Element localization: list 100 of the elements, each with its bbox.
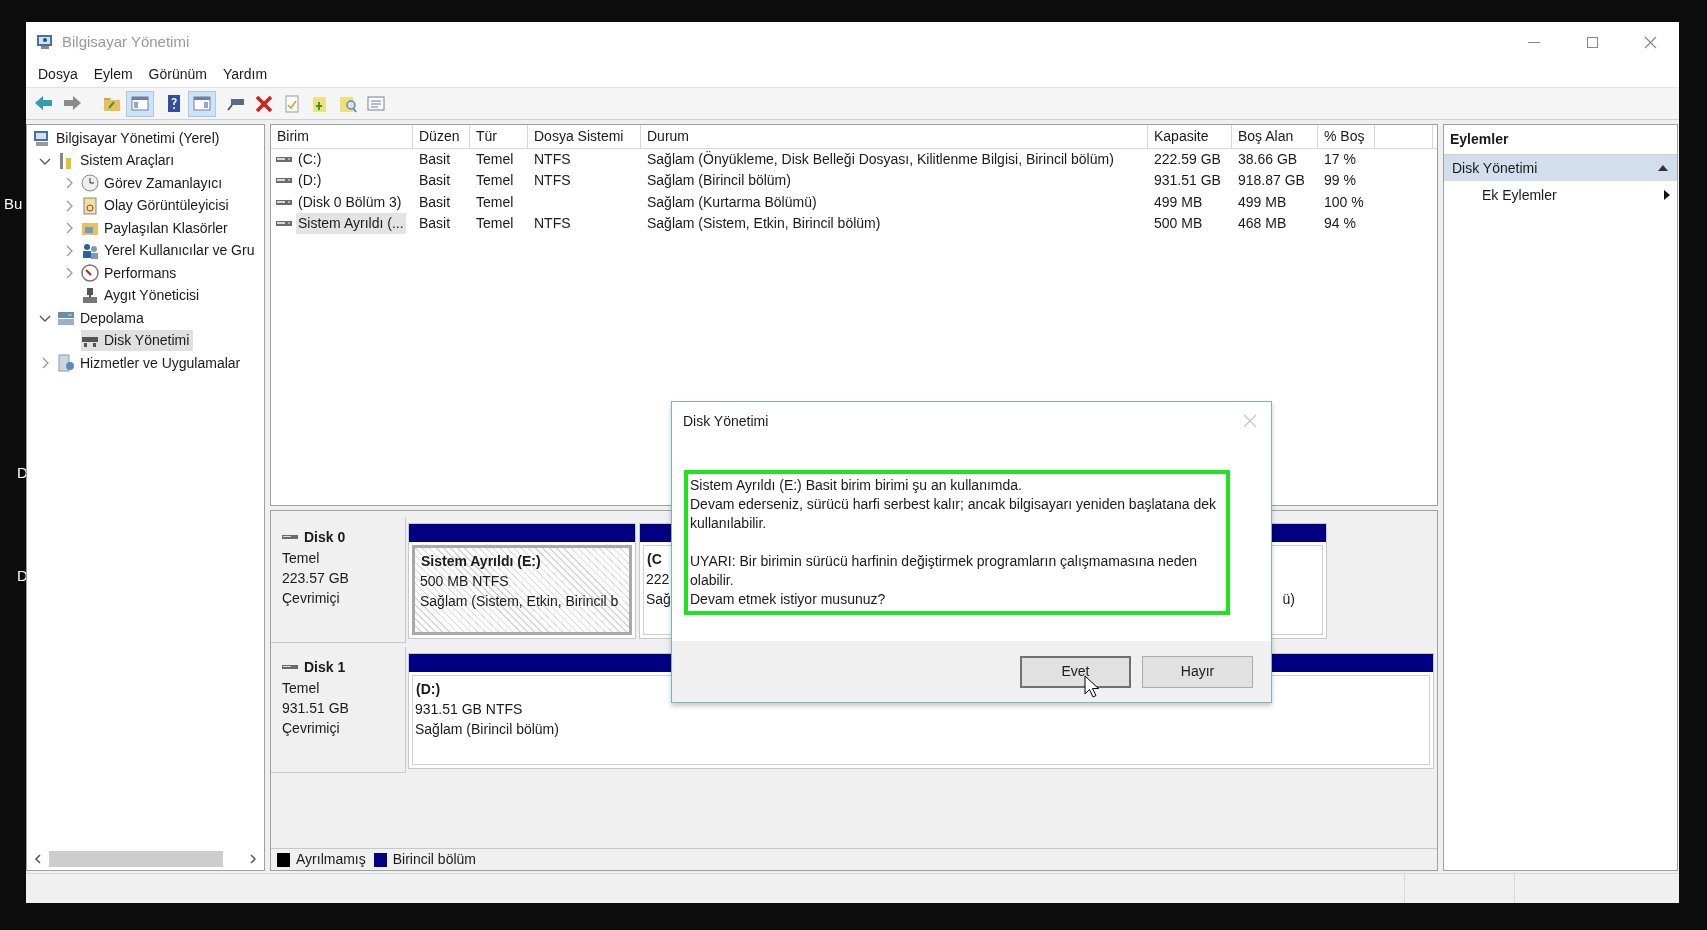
table-cell-text: Basit xyxy=(419,171,451,191)
partition-title: (D:) xyxy=(415,680,442,699)
column-header[interactable]: Düzen xyxy=(413,125,470,148)
dialog-button[interactable]: Hayır xyxy=(1142,655,1253,688)
disk-size: 223.57 GB xyxy=(282,569,350,588)
partition-size: 222 xyxy=(646,570,671,589)
table-cell-text: 99 % xyxy=(1324,171,1356,191)
drive-icon xyxy=(276,155,292,165)
tree-item[interactable]: Disk Yönetimi xyxy=(81,330,194,352)
message-text: UYARI: Bir birimin sürücü harfinin değiştirmek programların çalışmamasına neden olabilir. xyxy=(690,552,1199,590)
partition-title: Sistem Ayrıldı (E:) xyxy=(420,552,542,571)
disk-type: Temel xyxy=(282,679,321,698)
table-cell-text: 100 % xyxy=(1324,192,1364,212)
legend-label: Birincil bölüm xyxy=(392,850,476,869)
tree-item[interactable]: Depolama xyxy=(57,307,148,329)
disk-type: Temel xyxy=(282,549,321,568)
partition[interactable]: Sistem Ayrıldı (E:) 500 MB NTFS Sağlam (Sistem, Etkin, Birincil b xyxy=(408,523,636,639)
maximize-icon xyxy=(1584,34,1600,50)
column-header[interactable]: Durum xyxy=(641,125,1148,148)
disk-status: Çevrimiçi xyxy=(282,589,341,608)
action-section[interactable]: Disk Yönetimi xyxy=(1444,155,1677,181)
clock-icon xyxy=(81,174,99,193)
table-cell-text: Basit xyxy=(419,150,451,170)
device-icon xyxy=(81,286,99,305)
action-item[interactable]: Ek Eylemler xyxy=(1444,181,1677,209)
tree-item[interactable]: Yerel Kullanıcılar ve Gru xyxy=(81,240,259,262)
computer-icon xyxy=(33,129,51,148)
column-header[interactable]: Tür xyxy=(470,125,528,148)
close-icon xyxy=(1642,34,1658,50)
legend-label: Ayrılmamış xyxy=(296,850,366,869)
column-header[interactable]: Birim xyxy=(271,125,413,148)
window-title: Bilgisayar Yönetimi xyxy=(62,31,190,52)
table-cell-text: 499 MB xyxy=(1238,192,1287,212)
disk-name: Disk 0 xyxy=(304,528,346,547)
table-cell-text: Sağlam (Önyükleme, Disk Belleği Dosyası, Kilitlenme Bilgisi, Birincil bölüm) xyxy=(647,150,1114,170)
action-label: Ek Eylemler xyxy=(1482,185,1557,205)
tree-item[interactable]: Bilgisayar Yönetimi (Yerel) xyxy=(33,127,224,149)
tree-item[interactable]: Aygıt Yöneticisi xyxy=(81,285,204,307)
message-text: Devam etmek istiyor musunuz? xyxy=(690,590,887,609)
table-cell-text: Temel xyxy=(476,192,514,212)
partition-title: (C xyxy=(646,550,663,569)
column-header[interactable]: % Boş xyxy=(1318,125,1375,148)
partition-status: Sağlam (Birincil bölüm) xyxy=(415,720,559,739)
tree-item[interactable]: Görev Zamanlayıcı xyxy=(81,172,227,194)
desktop-icon-label[interactable]: Bu xyxy=(4,193,23,216)
partition-status: Sağ xyxy=(646,590,671,609)
drive-icon xyxy=(276,176,292,186)
table-cell-text: Temel xyxy=(476,214,514,234)
properties-icon xyxy=(282,93,302,114)
minimize-icon xyxy=(1528,41,1540,43)
drive-icon xyxy=(276,219,292,229)
table-cell-text: NTFS xyxy=(534,171,571,191)
collapse-icon[interactable] xyxy=(1657,163,1669,173)
table-cell-text: Basit xyxy=(419,214,451,234)
panel-icon xyxy=(130,93,150,114)
disk-name: Disk 1 xyxy=(304,658,346,677)
menu-item[interactable]: Yardım xyxy=(214,64,276,85)
dialog-button[interactable]: Evet xyxy=(1020,655,1131,688)
message-text: Devam ederseniz, sürücü harfi serbest kalır; ancak bilgisayarı yeniden başlatana dek kullanılabilir. xyxy=(690,495,1218,533)
table-cell-text: Basit xyxy=(419,192,451,212)
toolbar-button[interactable] xyxy=(188,90,216,117)
delete-icon xyxy=(254,93,274,114)
table-cell-text: 918.87 GB xyxy=(1238,171,1305,191)
table-cell-text: Sağlam (Birincil bölüm) xyxy=(647,171,791,191)
table-cell[interactable]: (D:) xyxy=(296,170,324,192)
tree-item[interactable]: Performans xyxy=(81,262,181,284)
table-cell-text: 499 MB xyxy=(1154,192,1203,212)
table-cell[interactable]: Sistem Ayrıldı (... xyxy=(296,213,406,235)
table-cell-text: 500 MB xyxy=(1154,214,1203,234)
table-cell-text: 38.66 GB xyxy=(1238,150,1298,170)
table-cell[interactable]: (C:) xyxy=(296,149,324,171)
tree-item[interactable]: Sistem Araçları xyxy=(57,150,179,172)
users-icon xyxy=(81,241,99,260)
tree-item[interactable]: Olay Görüntüleyicisi xyxy=(81,195,233,217)
table-cell-text: 931.51 GB xyxy=(1154,171,1221,191)
column-header[interactable]: Boş Alan xyxy=(1232,125,1318,148)
table-cell-text: Temel xyxy=(476,171,514,191)
menu-item[interactable]: Dosya xyxy=(30,64,86,85)
partition-status: ü) xyxy=(1282,590,1295,609)
table-cell-text: NTFS xyxy=(534,150,571,170)
list-icon xyxy=(366,93,386,114)
table-cell-text: NTFS xyxy=(534,214,571,234)
column-header[interactable]: Dosya Sistemi xyxy=(528,125,641,148)
panel-icon xyxy=(192,93,212,114)
table-cell[interactable]: (Disk 0 Bölüm 3) xyxy=(296,191,404,213)
column-header[interactable]: Kapasite xyxy=(1148,125,1232,148)
scrollbar-thumb[interactable] xyxy=(49,851,223,867)
tree-item[interactable]: Hizmetler ve Uygulamalar xyxy=(57,352,245,374)
message-text: Sistem Ayrıldı (E:) Basit birim birimi şu an kullanımda. xyxy=(690,476,1023,495)
table-cell-text: 468 MB xyxy=(1238,214,1287,234)
table-cell-text: 222.59 GB xyxy=(1154,150,1221,170)
menu-item[interactable]: Eylem xyxy=(85,64,141,85)
dialog-title: Disk Yönetimi xyxy=(683,411,769,431)
close-icon[interactable] xyxy=(1243,414,1257,428)
disk-size: 931.51 GB xyxy=(282,699,350,718)
menu-item[interactable]: Görünüm xyxy=(140,64,215,85)
toolbar-button[interactable] xyxy=(126,90,154,117)
partition-status: Sağlam (Sistem, Etkin, Birincil b xyxy=(420,592,619,611)
table-cell-text: Temel xyxy=(476,150,514,170)
tree-item[interactable]: Paylaşılan Klasörler xyxy=(81,217,232,239)
